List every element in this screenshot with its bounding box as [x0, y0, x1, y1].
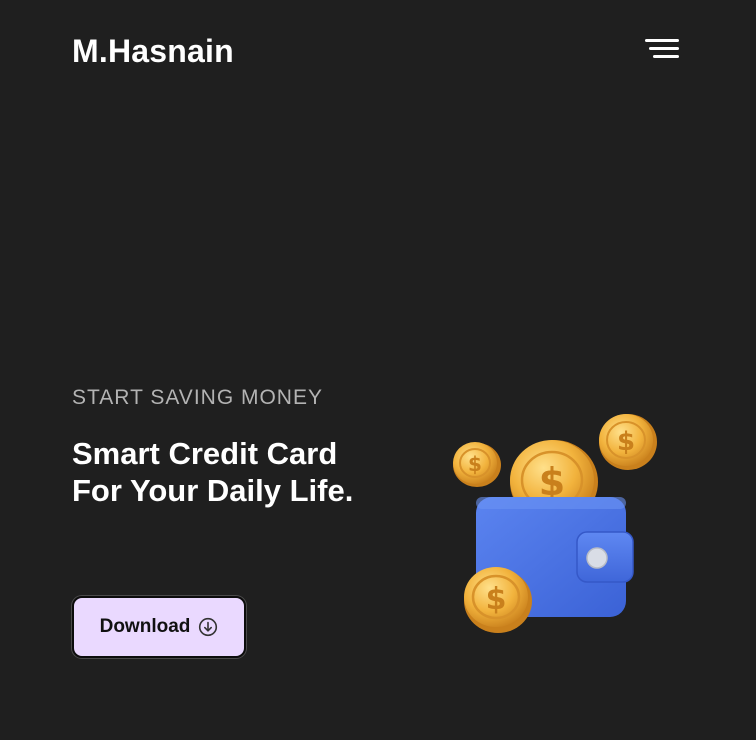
svg-text:$: $ — [486, 582, 507, 617]
menu-line — [653, 55, 679, 58]
svg-text:$: $ — [468, 452, 482, 476]
coin-icon: $ — [453, 442, 501, 487]
site-logo[interactable]: M.Hasnain — [72, 33, 234, 70]
wallet-with-coins-illustration: $ $ $ $ — [453, 414, 657, 633]
download-circle-icon — [199, 617, 218, 637]
menu-icon[interactable] — [645, 38, 679, 64]
hero-section: START SAVING MONEY Smart Credit Card For… — [72, 384, 412, 509]
svg-text:$: $ — [617, 427, 635, 457]
download-button-label: Download — [99, 616, 191, 637]
hero-headline: Smart Credit Card For Your Daily Life. — [72, 436, 354, 508]
coin-icon: $ — [599, 414, 657, 470]
menu-line — [645, 39, 679, 42]
menu-line — [649, 47, 679, 50]
download-button[interactable]: Download — [72, 596, 246, 658]
hero-eyebrow: START SAVING MONEY — [72, 386, 323, 409]
site-header: M.Hasnain — [72, 30, 684, 74]
